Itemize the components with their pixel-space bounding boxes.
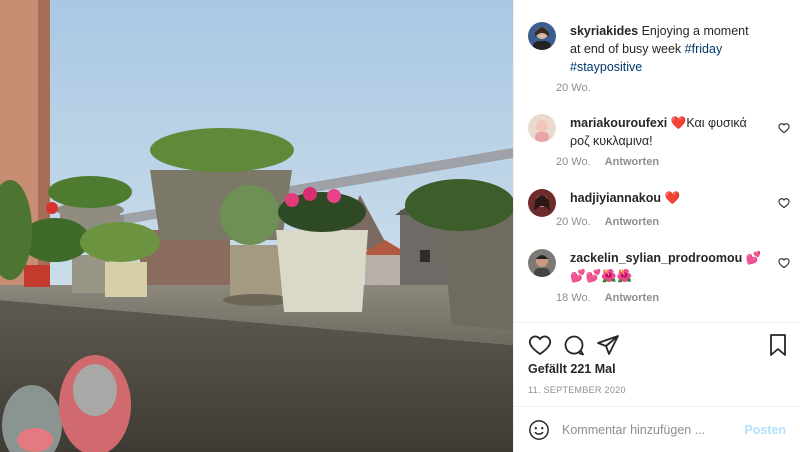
action-bar [528, 333, 790, 359]
post-age: 20 Wo. [556, 82, 591, 94]
post-username[interactable]: skyriakides [570, 24, 638, 38]
comment-username[interactable]: mariakouroufexi [570, 116, 667, 130]
post-detail-panel: skyriakides Enjoying a moment at end of … [513, 0, 800, 452]
post-date: 11. SEPTEMBER 2020 [528, 385, 626, 395]
reply-button[interactable]: Antworten [605, 156, 659, 168]
heart-outline-icon[interactable] [778, 257, 790, 269]
comment-item: hadjiyiannakou ❤️ [528, 189, 790, 217]
comment-meta: 20 Wo. Antworten [556, 216, 660, 228]
comment-input[interactable]: Kommentar hinzufügen ... [562, 423, 705, 437]
likes-count[interactable]: Gefällt 221 Mal [528, 362, 616, 376]
paper-plane-icon[interactable] [596, 333, 620, 357]
divider [514, 406, 800, 407]
heart-outline-icon[interactable] [778, 122, 790, 134]
balcony-plants-image [0, 0, 513, 452]
comment-text: ❤️ [664, 191, 681, 205]
comment-meta: 20 Wo. Antworten [556, 156, 660, 168]
comment-item: zackelin_sylian_prodroomou 💕💕💕🌺🌺 [528, 249, 790, 289]
comment-username[interactable]: zackelin_sylian_prodroomou [570, 251, 742, 265]
heart-icon[interactable] [528, 333, 552, 357]
avatar[interactable] [528, 22, 556, 50]
bookmark-icon[interactable] [766, 333, 790, 357]
divider [514, 322, 800, 323]
comment-meta: 18 Wo. Antworten [556, 292, 660, 304]
post-button[interactable]: Posten [744, 423, 786, 437]
heart-outline-icon[interactable] [778, 197, 790, 209]
post-photo[interactable] [0, 0, 513, 452]
avatar[interactable] [528, 114, 556, 142]
comment-username[interactable]: hadjiyiannakou [570, 191, 661, 205]
avatar[interactable] [528, 249, 556, 277]
reply-button[interactable]: Antworten [605, 216, 659, 228]
smiley-icon[interactable] [528, 419, 550, 441]
reply-button[interactable]: Antworten [605, 292, 659, 304]
avatar[interactable] [528, 189, 556, 217]
hashtag-link[interactable]: #friday [685, 42, 723, 56]
hashtag-link[interactable]: #staypositive [570, 60, 642, 74]
comment-icon[interactable] [562, 333, 586, 357]
add-comment-bar: Kommentar hinzufügen ... Posten [514, 409, 800, 452]
